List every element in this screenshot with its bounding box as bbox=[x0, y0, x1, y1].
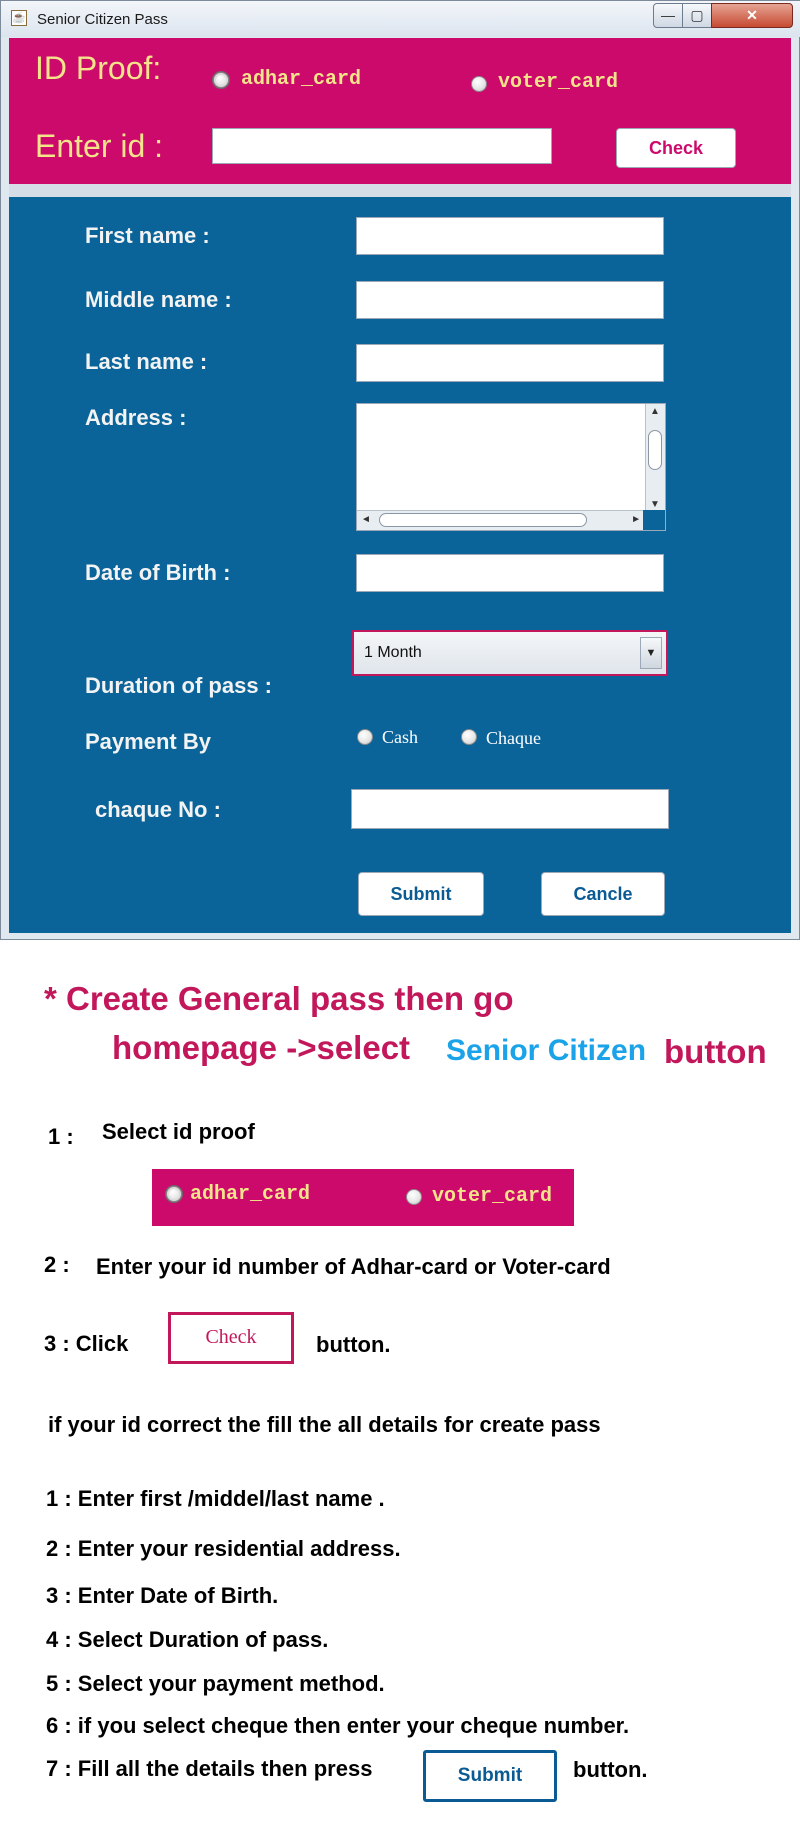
sample-voter-radio bbox=[406, 1189, 422, 1205]
id-proof-label: ID Proof: bbox=[35, 50, 162, 86]
senior-citizen-highlight: Senior Citizen bbox=[446, 1034, 647, 1067]
voter-radio-label[interactable]: voter_card bbox=[498, 71, 618, 94]
scroll-up-icon[interactable]: ▲ bbox=[650, 406, 660, 417]
step1-text: Select id proof bbox=[102, 1119, 255, 1144]
horizontal-scroll-thumb[interactable] bbox=[379, 513, 587, 527]
dob-label: Date of Birth : bbox=[85, 560, 231, 585]
sample-adhar-label: adhar_card bbox=[190, 1183, 311, 1206]
close-button[interactable]: ✕ bbox=[711, 3, 793, 28]
vertical-scroll-thumb[interactable] bbox=[648, 430, 662, 470]
adhar-radio[interactable] bbox=[213, 72, 229, 88]
middle-name-field[interactable] bbox=[356, 281, 664, 319]
sample-id-proof-bar: adhar_card voter_card bbox=[152, 1169, 574, 1226]
scroll-down-icon[interactable]: ▼ bbox=[650, 499, 660, 510]
chevron-down-icon[interactable]: ▼ bbox=[640, 637, 662, 669]
scroll-corner bbox=[643, 510, 665, 530]
duration-label: Duration of pass : bbox=[85, 673, 273, 698]
sample-voter-label: voter_card bbox=[432, 1185, 553, 1208]
step2-number: 2 : bbox=[44, 1252, 70, 1277]
title-bar[interactable]: ☕ Senior Citizen Pass — ▢ ✕ bbox=[1, 1, 800, 37]
sample-adhar-radio bbox=[166, 1186, 182, 1202]
java-app-icon: ☕ bbox=[11, 10, 27, 26]
step1-number: 1 : bbox=[48, 1124, 74, 1149]
detail-step-4: 4 : Select Duration of pass. bbox=[46, 1627, 329, 1652]
id-proof-panel: ID Proof: adhar_card voter_card Enter id… bbox=[9, 38, 791, 184]
scroll-left-icon[interactable]: ◄ bbox=[361, 514, 371, 525]
detail-step-2: 2 : Enter your residential address. bbox=[46, 1536, 401, 1561]
minimize-button[interactable]: — bbox=[653, 3, 683, 28]
id-input[interactable] bbox=[212, 128, 552, 164]
instructions-heading-line2a: homepage ->select bbox=[112, 1029, 411, 1066]
cash-radio-label[interactable]: Cash bbox=[382, 727, 418, 748]
last-name-label: Last name : bbox=[85, 349, 208, 374]
cheque-radio-label[interactable]: Chaque bbox=[486, 728, 541, 749]
dob-field[interactable] bbox=[356, 554, 664, 592]
address-label: Address : bbox=[85, 405, 187, 430]
cheque-no-label: chaque No : bbox=[95, 797, 221, 822]
sample-submit-button: Submit bbox=[423, 1750, 557, 1802]
id-correct-note: if your id correct the fill the all deta… bbox=[48, 1412, 601, 1437]
window-title: Senior Citizen Pass bbox=[37, 11, 168, 28]
first-name-field[interactable] bbox=[356, 217, 664, 255]
address-textarea[interactable]: ▲ ▼ ◄ ► bbox=[356, 403, 666, 531]
submit-button[interactable]: Submit bbox=[358, 872, 484, 916]
address-vertical-scrollbar[interactable]: ▲ ▼ bbox=[645, 404, 665, 512]
voter-radio[interactable] bbox=[471, 76, 487, 92]
scroll-right-icon[interactable]: ► bbox=[631, 514, 641, 525]
last-name-field[interactable] bbox=[356, 344, 664, 382]
step3-suffix: button. bbox=[316, 1332, 391, 1357]
check-button[interactable]: Check bbox=[616, 128, 736, 168]
panel-divider bbox=[9, 184, 791, 197]
detail-step-5: 5 : Select your payment method. bbox=[46, 1671, 385, 1696]
address-horizontal-scrollbar[interactable]: ◄ ► bbox=[357, 510, 645, 530]
detail-step-7-suffix: button. bbox=[573, 1757, 648, 1782]
maximize-button[interactable]: ▢ bbox=[682, 3, 712, 28]
cash-radio[interactable] bbox=[357, 729, 373, 745]
instructions-heading-line1: * Create General pass then go bbox=[44, 980, 514, 1017]
payment-label: Payment By bbox=[85, 729, 211, 754]
adhar-radio-label[interactable]: adhar_card bbox=[241, 68, 361, 91]
cheque-no-field[interactable] bbox=[351, 789, 669, 829]
details-form-panel: First name : Middle name : Last name : A… bbox=[9, 197, 791, 933]
duration-selected-value: 1 Month bbox=[364, 644, 422, 661]
cancel-button[interactable]: Cancle bbox=[541, 872, 665, 916]
detail-step-3: 3 : Enter Date of Birth. bbox=[46, 1583, 279, 1608]
step3-prefix: 3 : Click bbox=[44, 1331, 129, 1356]
step2-text: Enter your id number of Adhar-card or Vo… bbox=[96, 1254, 611, 1279]
instructions-heading-line2c: button bbox=[664, 1033, 767, 1070]
detail-step-1: 1 : Enter first /middel/last name . bbox=[46, 1486, 385, 1511]
detail-step-7-prefix: 7 : Fill all the details then press bbox=[46, 1756, 373, 1781]
detail-step-6: 6 : if you select cheque then enter your… bbox=[46, 1713, 630, 1738]
duration-select[interactable]: 1 Month ▼ bbox=[352, 630, 668, 676]
first-name-label: First name : bbox=[85, 223, 210, 248]
sample-check-button: Check bbox=[168, 1312, 294, 1364]
enter-id-label: Enter id : bbox=[35, 128, 164, 164]
cheque-radio[interactable] bbox=[461, 729, 477, 745]
middle-name-label: Middle name : bbox=[85, 287, 232, 312]
